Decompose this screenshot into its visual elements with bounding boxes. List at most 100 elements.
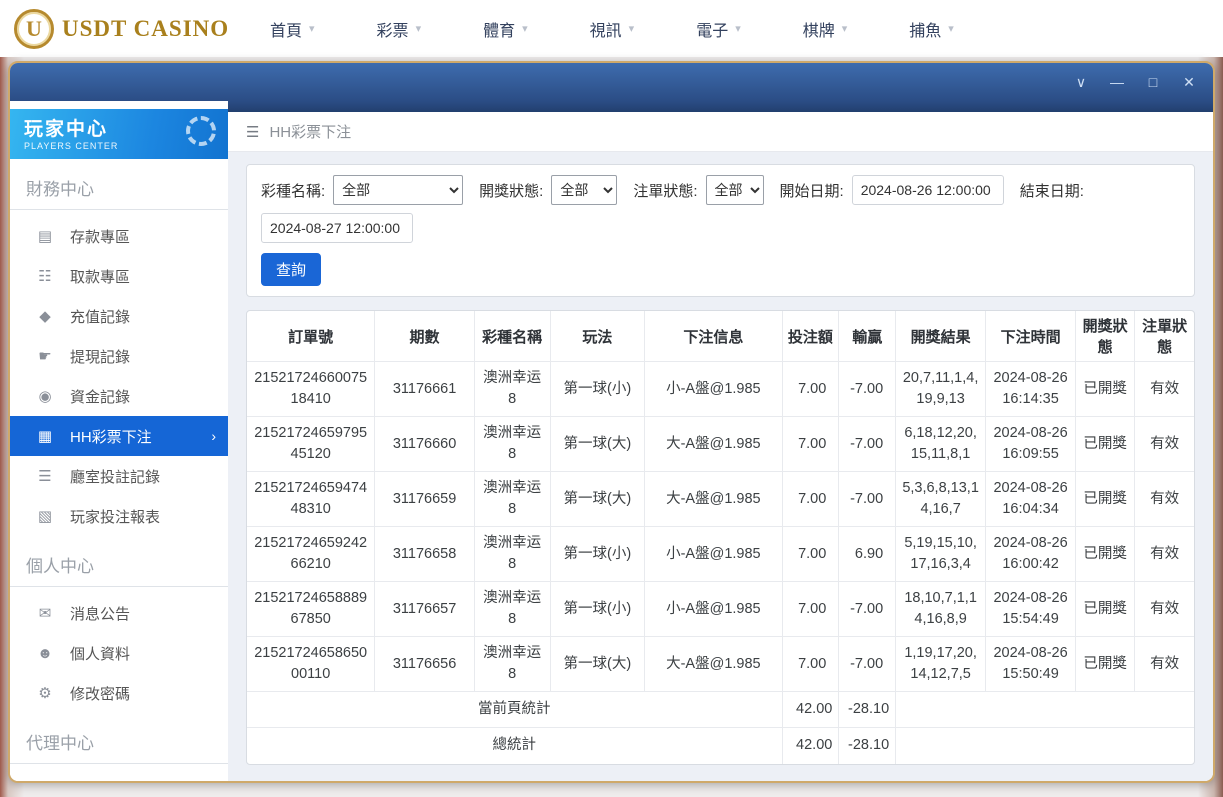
cell-order-no: 2152172465924266210	[247, 526, 376, 583]
sidebar-item-funds-record[interactable]: ◉資金記錄›	[10, 376, 228, 416]
topnav-item-label: 棋牌	[802, 22, 835, 40]
topnav-item-label: 體育	[483, 22, 516, 40]
desktop-background: ∨ — □ ✕ 玩家中心 PLAYERS CENTER 財務中心 ▤ 存款專區 › ☷ 取…	[0, 57, 1223, 797]
cell-win-loss: 6.90	[838, 526, 897, 583]
sidebar-item-withdrawal-record[interactable]: ☛提現記錄›	[10, 336, 228, 376]
column-header-draw-status: 開獎狀態	[1075, 311, 1136, 362]
site-logo[interactable]: U USDT CASINO	[14, 8, 239, 49]
table-header-row: 訂單號 期數 彩種名稱 玩法 下注信息 投注額 輸贏 開獎結果 下注時間 開獎狀態 注單狀態	[247, 311, 1194, 362]
sidebar-section-header-2: 代理中心	[10, 713, 228, 764]
column-header-bet-info: 下注信息	[644, 311, 783, 362]
cell-bet-info: 大-A盤@1.985	[644, 416, 783, 473]
cell-draw-result: 18,10,7,1,14,16,8,9	[895, 581, 987, 638]
sidebar-item-announcement-bell[interactable]: ✉消息公告›	[10, 593, 228, 633]
sidebar-item-player-bet-report[interactable]: ▧玩家投注報表›	[10, 496, 228, 536]
menu-toggle-icon[interactable]: ☰	[246, 123, 259, 141]
sidebar-item-label: 消息公告	[70, 605, 131, 623]
cell-win-loss: -7.00	[838, 360, 897, 418]
sidebar-item-label: 取款專區	[70, 268, 131, 286]
grand-total-row-win-loss: -28.10	[838, 727, 897, 764]
lottery-bet-icon: ▦	[37, 428, 53, 445]
topnav-item-2[interactable]: 體育 ▾	[483, 17, 528, 41]
draw-status-select[interactable]: 全部	[551, 175, 618, 205]
window-maximize-icon[interactable]: □	[1145, 74, 1161, 90]
sidebar-item-user-profile[interactable]: ☻個人資料›	[10, 633, 228, 673]
topnav-item-label: 視訊	[589, 22, 622, 40]
recharge-record-icon: ◆	[39, 308, 51, 325]
cell-win-loss: -7.00	[838, 636, 897, 693]
cell-win-loss: -7.00	[838, 581, 897, 638]
cell-issue-number: 31176656	[374, 636, 475, 693]
column-header-draw-result: 開獎結果	[895, 311, 987, 362]
cell-bet-time: 2024-08-26 16:04:34	[985, 471, 1077, 528]
chevron-down-icon: ▾	[735, 23, 741, 35]
sidebar-item-deposit[interactable]: ▤存款專區›	[10, 216, 228, 256]
cell-bet-info: 小-A盤@1.985	[644, 526, 783, 583]
cell-draw-result: 5,3,6,8,13,14,16,7	[895, 471, 987, 528]
sidebar-item-label: 存款專區	[70, 228, 131, 246]
sidebar-item-agent-rules-document[interactable]: ❏代理規則說明›	[10, 770, 228, 781]
topnav-item-1[interactable]: 彩票 ▾	[377, 17, 422, 41]
sidebar-item-label: 廳室投註記錄	[70, 468, 161, 486]
cell-bet-amount: 7.00	[781, 360, 840, 418]
cell-order-no: 2152172466007518410	[247, 360, 376, 418]
cell-lottery-name: 澳洲幸运8	[473, 360, 551, 418]
cell-win-loss: -7.00	[838, 416, 897, 473]
cell-order-status: 有效	[1134, 416, 1194, 473]
grand-total-row-label: 總統計	[247, 727, 783, 764]
page-title: HH彩票下注	[269, 124, 352, 141]
lottery-name-select[interactable]: 全部	[333, 175, 464, 205]
sidebar-item-hall-bet-record[interactable]: ☰廳室投註記錄›	[10, 456, 228, 496]
grand-total-row: 總統計 42.00 -28.10	[247, 727, 1194, 764]
cell-bet-amount: 7.00	[781, 581, 840, 638]
page-total-row-win-loss: -28.10	[838, 691, 897, 729]
logo-icon: U	[14, 8, 54, 49]
column-header-bet-time: 下注時間	[985, 311, 1077, 362]
table-row: 2152172465924266210 31176658 澳洲幸运8 第一球(小) 小-…	[247, 526, 1194, 583]
sidebar-item-recharge-record[interactable]: ◆充值記錄›	[10, 296, 228, 336]
topnav-item-6[interactable]: 捕魚 ▾	[909, 17, 954, 41]
column-header-bet-amount: 投注額	[781, 311, 840, 362]
sidebar-item-label: HH彩票下注	[70, 428, 152, 446]
end-date-input[interactable]	[261, 213, 413, 243]
cell-draw-status: 已開獎	[1075, 360, 1136, 418]
column-header-lottery-name: 彩種名稱	[473, 311, 551, 362]
cell-draw-status: 已開獎	[1075, 416, 1136, 473]
start-date-input[interactable]	[851, 175, 1004, 205]
window-collapse-icon[interactable]: ∨	[1073, 74, 1089, 91]
order-status-select[interactable]: 全部	[705, 175, 764, 205]
query-button[interactable]: 查詢	[261, 253, 322, 286]
cell-order-no: 2152172465947448310	[247, 471, 376, 528]
table-row: 2152172466007518410 31176661 澳洲幸运8 第一球(小) 小-…	[247, 360, 1194, 418]
sidebar-item-withdraw[interactable]: ☷取款專區›	[10, 256, 228, 296]
window-minimize-icon[interactable]: —	[1109, 74, 1125, 90]
sidebar-item-label: 提現記錄	[70, 348, 131, 366]
cell-order-status: 有效	[1134, 526, 1194, 583]
end-date-label: 結束日期:	[1019, 182, 1084, 200]
cell-bet-info: 大-A盤@1.985	[644, 471, 783, 528]
topnav-item-3[interactable]: 視訊 ▾	[590, 17, 635, 41]
filter-panel: 彩種名稱: 全部 開獎狀態: 全部 注單狀態: 全部 開始日期: 2024-08…	[246, 164, 1195, 297]
sidebar-item-gear[interactable]: ⚙修改密碼›	[10, 673, 228, 713]
cell-play-type: 第一球(大)	[549, 416, 646, 473]
topnav-item-0[interactable]: 首頁 ▾	[270, 17, 315, 41]
page-total-row-label: 當前頁統計	[247, 691, 783, 729]
window-close-icon[interactable]: ✕	[1181, 74, 1197, 91]
sidebar-item-lottery-bet[interactable]: ▦ HH彩票下注 ›	[10, 416, 228, 456]
topnav-item-4[interactable]: 電子 ▾	[696, 17, 741, 41]
content-area: 彩種名稱: 全部 開獎狀態: 全部 注單狀態: 全部 開始日期: 2024-08…	[228, 152, 1213, 781]
topnav-items: 首頁 ▾ 彩票 ▾ 體育 ▾ 視訊 ▾ 電子 ▾ 棋牌 ▾ 捕魚 ▾	[239, 17, 1209, 41]
lottery-name-label: 彩種名稱:	[261, 182, 326, 200]
table-row: 2152172465979545120 31176660 澳洲幸运8 第一球(大) 大-…	[247, 416, 1194, 473]
hall-bet-record-icon: ☰	[38, 468, 52, 485]
cell-bet-amount: 7.00	[781, 471, 840, 528]
cell-draw-status: 已開獎	[1075, 581, 1136, 638]
topnav-item-5[interactable]: 棋牌 ▾	[803, 17, 848, 41]
cell-play-type: 第一球(大)	[549, 471, 646, 528]
cell-draw-status: 已開獎	[1075, 636, 1136, 693]
cell-bet-amount: 7.00	[781, 636, 840, 693]
sidebar-section-header-1: 個人中心	[10, 536, 228, 587]
topnav-item-label: 彩票	[376, 22, 409, 40]
player-bet-report-icon: ▧	[37, 508, 53, 525]
topnav-item-label: 首頁	[270, 22, 303, 40]
